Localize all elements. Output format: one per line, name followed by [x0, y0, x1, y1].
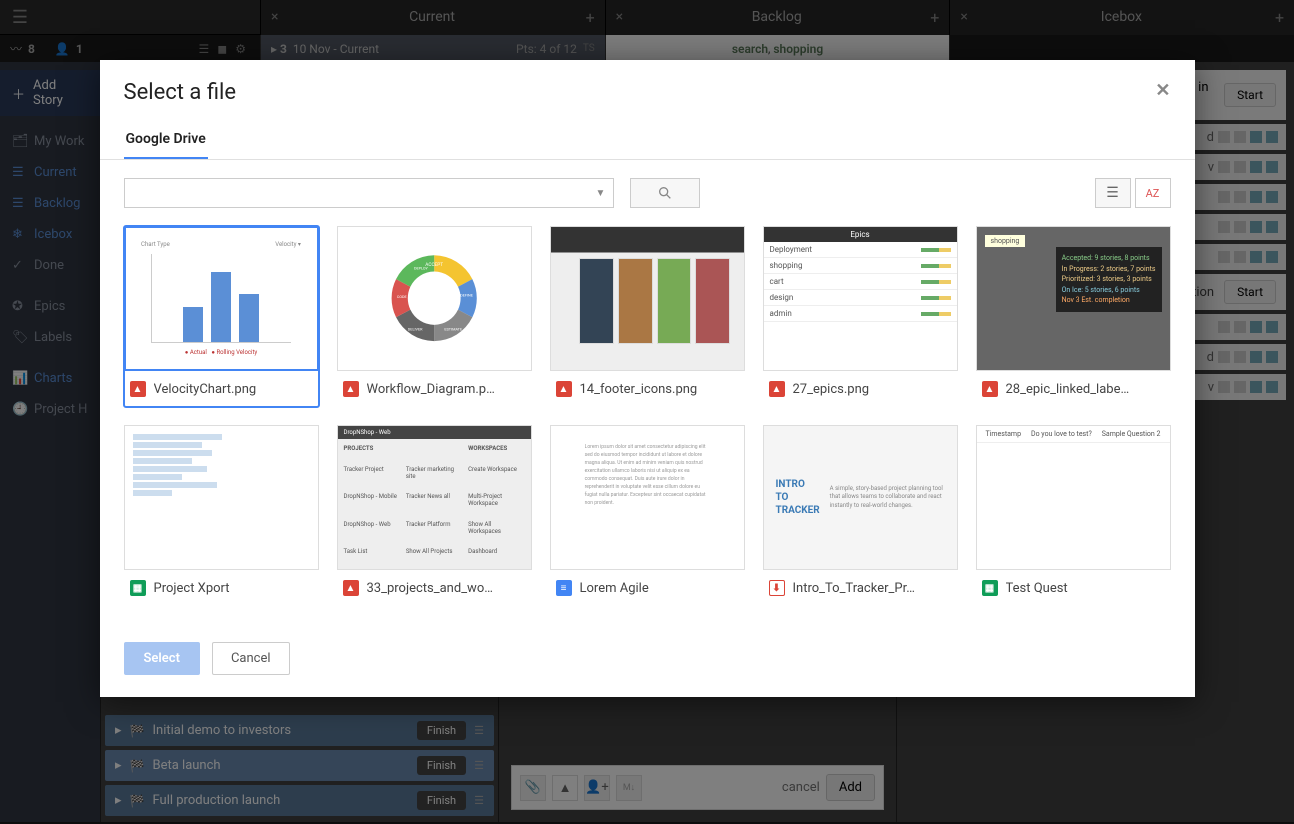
file-name: Intro_To_Tracker_Pr… [793, 581, 952, 596]
search-button[interactable] [630, 178, 700, 208]
file-item-footer-icons[interactable]: ▲ 14_footer_icons.png [550, 226, 745, 407]
svg-text:CODE: CODE [397, 294, 408, 299]
modal-overlay: Select a file ✕ Google Drive ▼ ☰ AZ Char… [0, 0, 1294, 824]
cancel-button[interactable]: Cancel [212, 642, 290, 675]
modal-footer: Select Cancel [100, 626, 1195, 697]
tab-google-drive[interactable]: Google Drive [124, 121, 208, 159]
file-picker-modal: Select a file ✕ Google Drive ▼ ☰ AZ Char… [100, 60, 1195, 697]
file-name: VelocityChart.png [154, 382, 313, 397]
file-item-projects-workspaces[interactable]: DropNShop - WebPROJECTSWORKSPACESTracker… [337, 425, 532, 606]
file-name: Lorem Agile [580, 581, 739, 596]
file-item-epics[interactable]: EpicsDeploymentshoppingcartdesignadmin ▲… [763, 226, 958, 407]
svg-text:DEFINE: DEFINE [460, 293, 473, 298]
search-icon [657, 185, 673, 201]
picker-toolbar: ▼ ☰ AZ [100, 160, 1195, 226]
file-name: 14_footer_icons.png [580, 382, 739, 397]
file-item-workflow[interactable]: ACCEPT DEFINE ESTIMATE DELIVER CODE DEPL… [337, 226, 532, 407]
modal-title: Select a file [124, 80, 237, 105]
sheets-icon: ▦ [130, 580, 146, 596]
file-name: 27_epics.png [793, 382, 952, 397]
file-item-velocitychart[interactable]: Chart TypeVelocity ▾● Actual ● Rolling V… [124, 226, 319, 407]
image-icon: ▲ [343, 580, 359, 596]
select-button[interactable]: Select [124, 642, 200, 675]
file-name: 28_epic_linked_labe… [1006, 382, 1165, 397]
search-combo[interactable]: ▼ [124, 178, 614, 208]
file-item-intro-tracker[interactable]: INTRO TOTRACKERA simple, story-based pro… [763, 425, 958, 606]
list-view-button[interactable]: ☰ [1095, 178, 1131, 208]
image-icon: ▲ [343, 381, 359, 397]
file-grid: Chart TypeVelocity ▾● Actual ● Rolling V… [100, 226, 1195, 626]
file-name: Test Quest [1006, 581, 1165, 596]
svg-text:DEPLOY: DEPLOY [414, 266, 429, 271]
file-name: Project Xport [154, 581, 313, 596]
image-icon: ▲ [556, 381, 572, 397]
modal-tabs: Google Drive [100, 121, 1195, 160]
sort-button[interactable]: AZ [1135, 178, 1171, 208]
image-icon: ▲ [982, 381, 998, 397]
file-item-linked-labels[interactable]: shoppingAccepted: 9 stories, 8 pointsIn … [976, 226, 1171, 407]
file-item-lorem-agile[interactable]: Lorem ipsum dolor sit amet consectetur a… [550, 425, 745, 606]
pdf-icon: ⬇ [769, 580, 785, 596]
docs-icon: ≡ [556, 580, 572, 596]
file-item-test-quest[interactable]: TimestampDo you love to test?Sample Ques… [976, 425, 1171, 606]
image-icon: ▲ [769, 381, 785, 397]
close-icon[interactable]: ✕ [1155, 80, 1170, 101]
svg-text:ESTIMATE: ESTIMATE [444, 327, 463, 332]
file-item-project-xport[interactable]: ▦ Project Xport [124, 425, 319, 606]
svg-text:ACCEPT: ACCEPT [425, 262, 443, 268]
image-icon: ▲ [130, 381, 146, 397]
svg-text:DELIVER: DELIVER [408, 327, 423, 332]
search-input[interactable] [125, 186, 589, 201]
file-name: 33_projects_and_wo… [367, 581, 526, 596]
chevron-down-icon[interactable]: ▼ [589, 188, 613, 199]
sheets-icon: ▦ [982, 580, 998, 596]
view-toggle: ☰ AZ [1095, 178, 1171, 208]
file-name: Workflow_Diagram.p… [367, 382, 526, 397]
